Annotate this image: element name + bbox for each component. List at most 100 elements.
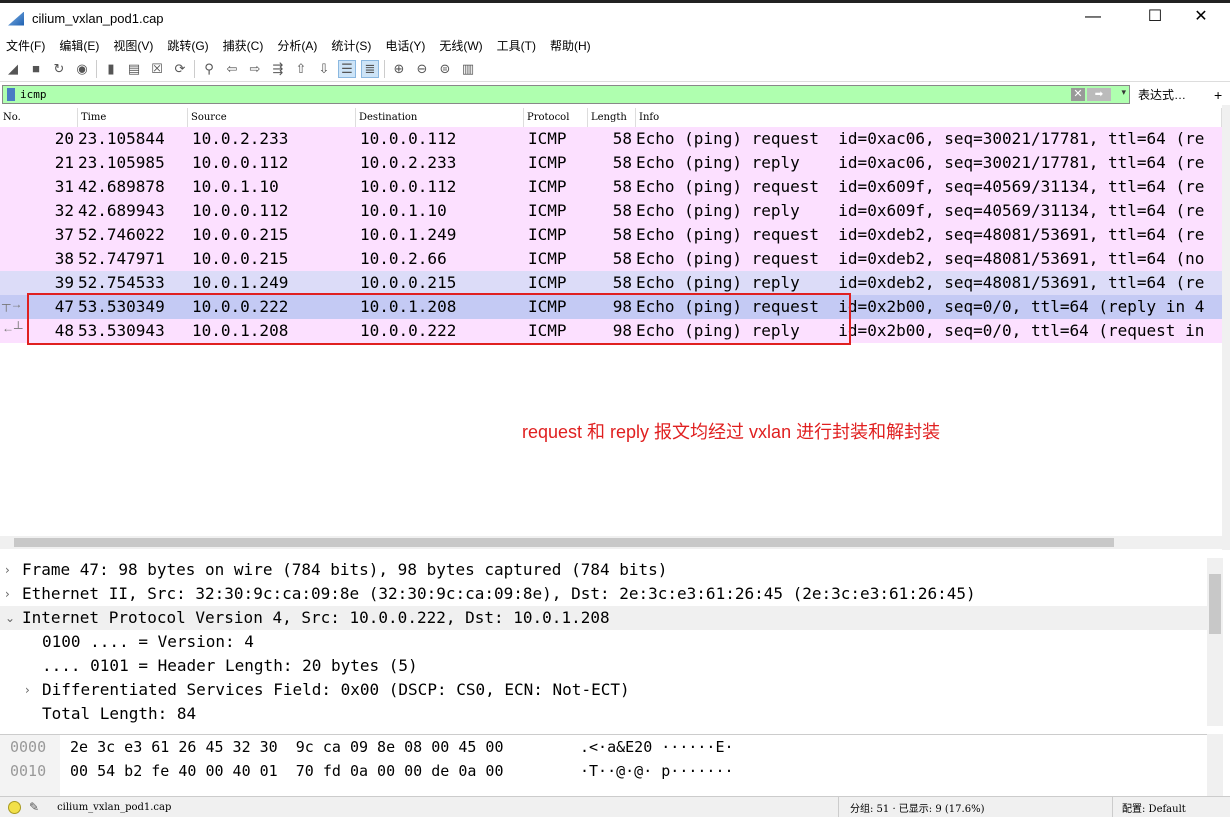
packet-row[interactable]: 31 42.689878 10.0.1.10 10.0.0.112 ICMP 58 Echo… (0, 175, 1222, 199)
packet-src: 10.0.2.233 (192, 129, 289, 148)
packet-time: 52.746022 (78, 225, 165, 244)
packet-no: 20 (54, 129, 74, 148)
main-toolbar: ◢ ■ ↻ ◉ ▮ ▤ ☒ ⟳ ⚲ ⇦ ⇨ ⇶ ⇧ ⇩ ☰ ≣ ⊕ ⊖ ⊜ ▥ (0, 56, 1230, 82)
capture-options-icon[interactable]: ◉ (73, 60, 91, 78)
packet-info: Echo (ping) request id=0xac06, seq=30021… (636, 129, 1205, 148)
menu-item[interactable]: 统计(S) (325, 37, 379, 54)
column-header[interactable]: Destination (356, 108, 524, 127)
colorize-icon[interactable]: ≣ (361, 59, 379, 78)
expand-arrow-icon[interactable]: ⌄ (5, 606, 15, 630)
packet-proto: ICMP (528, 225, 567, 244)
hex-bytes[interactable]: 00 54 b2 fe 40 00 40 01 70 fd 0a 00 00 d… (70, 759, 503, 783)
normal-size-icon[interactable]: ⊜ (436, 60, 454, 78)
zoom-in-icon[interactable]: ⊕ (390, 60, 408, 78)
column-header[interactable]: Length (588, 108, 636, 127)
menu-item[interactable]: 文件(F) (0, 37, 53, 54)
hex-ascii[interactable]: .<·a&E20 ······E· (580, 735, 734, 759)
find-packet-icon[interactable]: ⚲ (200, 60, 218, 78)
close-file-icon[interactable]: ☒ (148, 60, 166, 78)
menu-item[interactable]: 编辑(E) (53, 37, 107, 54)
packet-list-scrollbar[interactable] (1222, 105, 1230, 550)
expression-button[interactable]: 表达式… (1138, 86, 1186, 103)
display-filter-input[interactable] (20, 88, 1020, 101)
menu-item[interactable]: 视图(V) (107, 37, 161, 54)
menu-item[interactable]: 工具(T) (491, 37, 544, 54)
detail-tree-item[interactable]: Total Length: 84 (0, 702, 1207, 726)
packet-src: 10.0.1.249 (192, 273, 289, 292)
expand-arrow-icon[interactable]: › (5, 582, 10, 606)
go-forward-icon[interactable]: ⇨ (246, 60, 264, 78)
details-scrollbar-thumb[interactable] (1209, 574, 1221, 634)
auto-scroll-icon[interactable]: ☰ (338, 59, 356, 78)
expert-info-icon[interactable] (8, 800, 21, 814)
bytes-scrollbar[interactable] (1207, 734, 1223, 796)
packet-proto: ICMP (528, 249, 567, 268)
restart-capture-icon[interactable]: ↻ (50, 60, 68, 78)
packet-row[interactable]: 39 52.754533 10.0.1.249 10.0.0.215 ICMP 58 Ech… (0, 271, 1222, 295)
go-back-icon[interactable]: ⇦ (223, 60, 241, 78)
packet-row[interactable]: 32 42.689943 10.0.0.112 10.0.1.10 ICMP 58 Echo… (0, 199, 1222, 223)
maximize-button[interactable]: ☐ (1132, 3, 1178, 34)
close-button[interactable]: ✕ (1178, 3, 1224, 34)
open-file-icon[interactable]: ▮ (102, 60, 120, 78)
packet-no: 21 (54, 153, 74, 172)
bookmark-icon[interactable] (7, 88, 15, 101)
menu-item[interactable]: 电话(Y) (379, 37, 433, 54)
packet-no: 37 (54, 225, 74, 244)
detail-tree-item[interactable]: › Differentiated Services Field: 0x00 (DS… (0, 678, 1207, 702)
column-header[interactable]: No. (0, 108, 78, 127)
menu-item[interactable]: 分析(A) (271, 37, 325, 54)
packet-time: 42.689878 (78, 177, 165, 196)
packet-src: 10.0.0.215 (192, 249, 289, 268)
column-header[interactable]: Time (78, 108, 188, 127)
packet-row[interactable]: 20 23.105844 10.0.2.233 10.0.0.112 ICMP 58 Ech… (0, 127, 1222, 151)
detail-tree-item[interactable]: .... 0101 = Header Length: 20 bytes (5) (0, 654, 1207, 678)
chevron-down-icon[interactable]: ▾ (1121, 87, 1126, 98)
apply-filter-icon[interactable]: ➡ (1087, 88, 1111, 101)
packet-details-tree: › Frame 47: 98 bytes on wire (784 bits), … (0, 558, 1207, 726)
detail-tree-item[interactable]: ⌄ Internet Protocol Version 4, Src: 10.0.… (0, 606, 1207, 630)
clear-filter-icon[interactable]: ✕ (1071, 88, 1085, 101)
toolbar-separator (384, 59, 385, 78)
expand-arrow-icon[interactable]: › (5, 558, 10, 582)
detail-tree-item[interactable]: 0100 .... = Version: 4 (0, 630, 1207, 654)
hex-ascii[interactable]: ·T··@·@· p······· (580, 759, 734, 783)
zoom-out-icon[interactable]: ⊖ (413, 60, 431, 78)
column-header[interactable]: Source (188, 108, 356, 127)
menu-item[interactable]: 捕获(C) (217, 37, 272, 54)
packet-no: 39 (54, 273, 74, 292)
stop-capture-icon[interactable]: ■ (27, 60, 45, 78)
menu-item[interactable]: 无线(W) (433, 37, 490, 54)
menu-item[interactable]: 跳转(G) (161, 37, 216, 54)
add-filter-button[interactable]: + (1214, 87, 1222, 103)
resize-columns-icon[interactable]: ▥ (459, 60, 477, 78)
hex-bytes[interactable]: 2e 3c e3 61 26 45 32 30 9c ca 09 8e 08 0… (70, 735, 503, 759)
comment-icon[interactable]: ✎ (29, 800, 39, 814)
packet-src: 10.0.1.10 (192, 177, 279, 196)
start-capture-icon[interactable]: ◢ (4, 60, 22, 78)
packet-row[interactable]: 38 52.747971 10.0.0.215 10.0.2.66 ICMP 58 Echo… (0, 247, 1222, 271)
first-packet-icon[interactable]: ⇧ (292, 60, 310, 78)
packet-row[interactable]: 37 52.746022 10.0.0.215 10.0.1.249 ICMP 58 Ech… (0, 223, 1222, 247)
save-file-icon[interactable]: ▤ (125, 60, 143, 78)
go-to-packet-icon[interactable]: ⇶ (269, 60, 287, 78)
wireshark-logo-icon (8, 11, 24, 26)
column-header[interactable]: Info (636, 108, 1222, 127)
packet-no: 31 (54, 177, 74, 196)
detail-tree-item[interactable]: › Ethernet II, Src: 32:30:9c:ca:09:8e (32… (0, 582, 1207, 606)
column-header[interactable]: Protocol (524, 108, 588, 127)
horizontal-scrollbar-thumb[interactable] (14, 538, 1114, 547)
detail-tree-item[interactable]: › Frame 47: 98 bytes on wire (784 bits), … (0, 558, 1207, 582)
last-packet-icon[interactable]: ⇩ (315, 60, 333, 78)
reload-file-icon[interactable]: ⟳ (171, 60, 189, 78)
packet-row[interactable]: 21 23.105985 10.0.0.112 10.0.2.233 ICMP 58 Ech… (0, 151, 1222, 175)
packet-len: 58 (612, 129, 632, 148)
status-profile[interactable]: 配置: Default (1122, 800, 1186, 815)
detail-text: Internet Protocol Version 4, Src: 10.0.0… (22, 608, 610, 627)
expand-arrow-icon[interactable]: › (25, 678, 30, 702)
packet-no: 38 (54, 249, 74, 268)
packet-src: 10.0.0.112 (192, 201, 289, 220)
minimize-button[interactable]: — (1070, 3, 1116, 34)
menu-item[interactable]: 帮助(H) (544, 37, 599, 54)
packet-info: Echo (ping) request id=0x609f, seq=40569… (636, 177, 1205, 196)
